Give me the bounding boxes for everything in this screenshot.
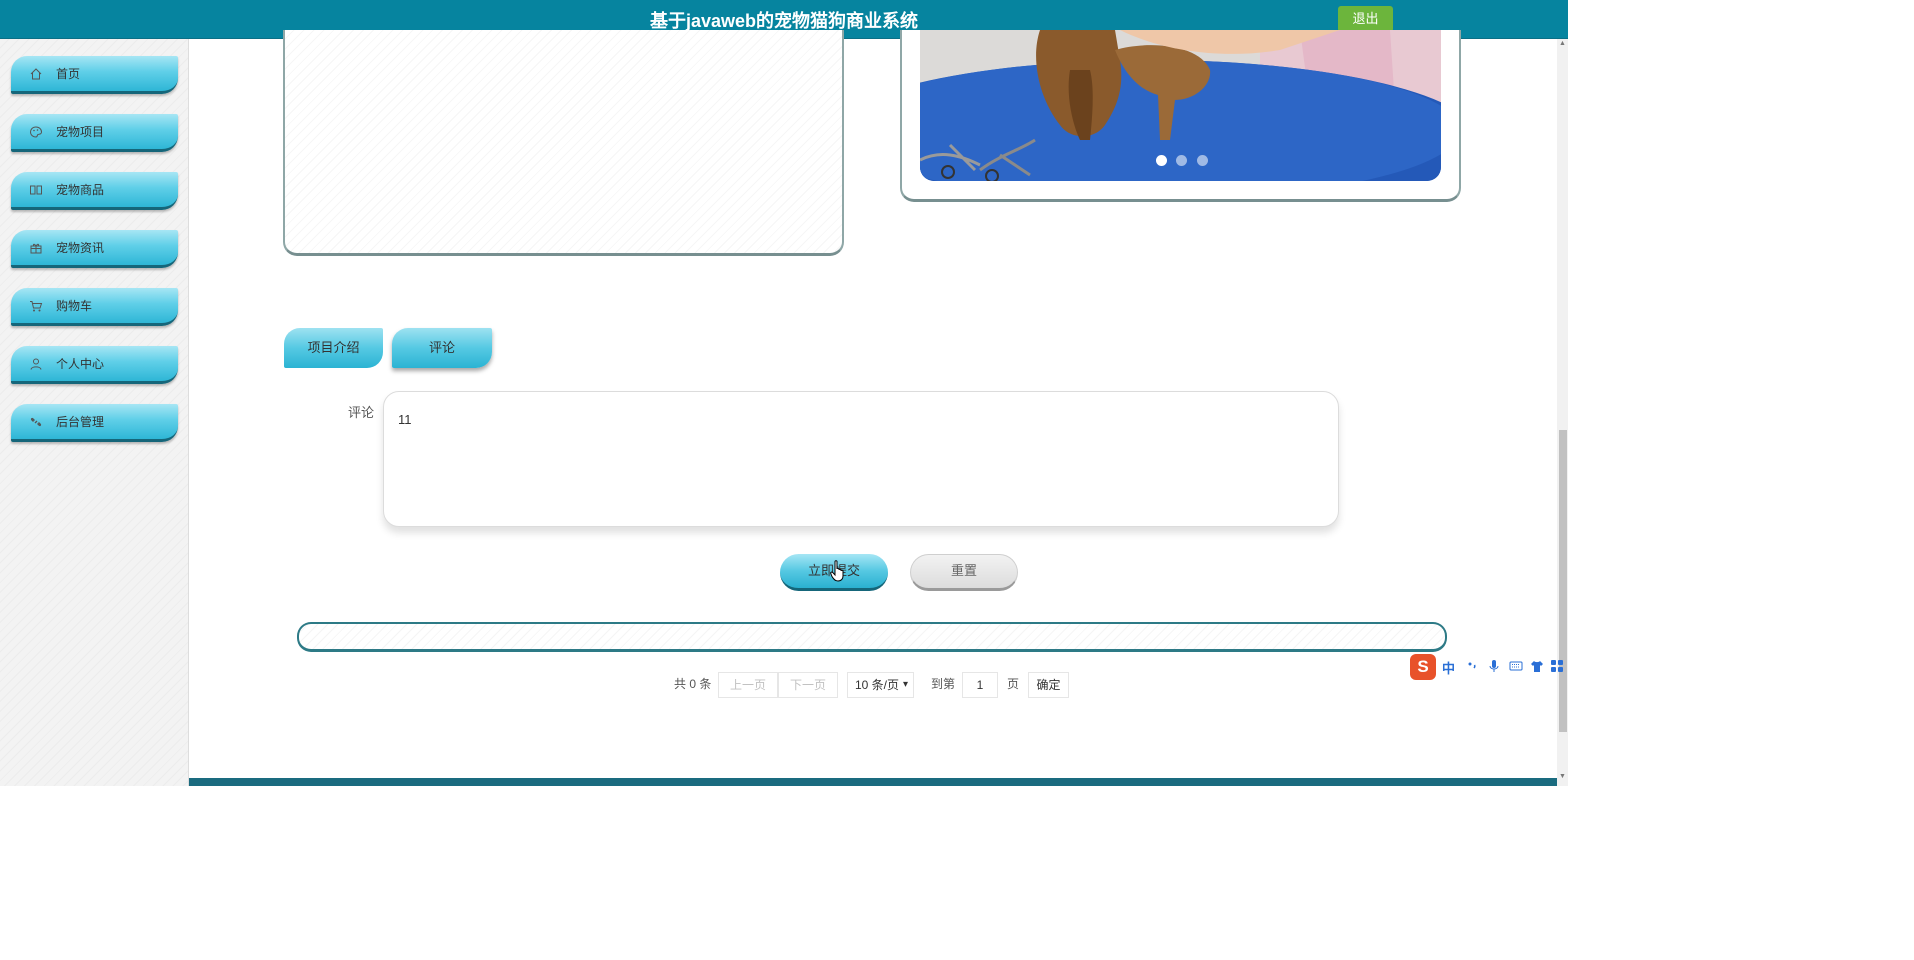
- sidebar-item-admin[interactable]: 后台管理: [11, 404, 178, 442]
- footer: [189, 778, 1557, 786]
- sidebar-item-label: 购物车: [56, 299, 93, 313]
- sidebar-item-label: 后台管理: [56, 415, 105, 429]
- image-carousel-card: [900, 30, 1461, 202]
- page-number-input[interactable]: 1: [962, 672, 998, 698]
- book-icon: [30, 185, 42, 195]
- carousel-indicators: [1156, 153, 1213, 171]
- palette-icon: [29, 126, 43, 138]
- sidebar: 首页 宠物项目 宠物商品 宠物资讯 购物车 个人中心 后台管理: [0, 39, 189, 786]
- hand-cursor-icon: [830, 560, 844, 582]
- logout-button[interactable]: 退出: [1338, 6, 1393, 32]
- carousel-dot[interactable]: [1156, 155, 1167, 166]
- cart-icon: [30, 301, 43, 312]
- goto-confirm-button[interactable]: 确定: [1028, 672, 1069, 698]
- user-icon: [30, 358, 42, 370]
- page-size-value: 10 条/页: [855, 678, 900, 692]
- sidebar-item-profile[interactable]: 个人中心: [11, 346, 178, 384]
- sogou-logo-icon[interactable]: S: [1410, 654, 1436, 680]
- sidebar-item-label: 个人中心: [56, 357, 105, 371]
- sidebar-item-pet-news[interactable]: 宠物资讯: [11, 230, 178, 268]
- carousel-dot[interactable]: [1176, 155, 1188, 166]
- ime-toolbar: S 中: [1410, 654, 1563, 680]
- pagination-total: 共 0 条: [674, 677, 712, 691]
- goto-label: 到第: [931, 677, 956, 691]
- gift-icon: [30, 243, 42, 254]
- comment-list: [297, 622, 1447, 652]
- chevron-down-icon: ▾: [902, 679, 908, 690]
- scrollbar-thumb[interactable]: [1559, 430, 1567, 732]
- skin-shirt-icon[interactable]: [1530, 659, 1544, 673]
- sidebar-item-home[interactable]: 首页: [11, 56, 178, 94]
- sidebar-item-label: 首页: [56, 67, 81, 81]
- sidebar-item-cart[interactable]: 购物车: [11, 288, 178, 326]
- sidebar-item-label: 宠物项目: [56, 125, 105, 139]
- detail-info-card: [283, 30, 844, 256]
- grid-menu-icon[interactable]: [1550, 659, 1564, 673]
- pet-grooming-photo: [920, 30, 1441, 181]
- microphone-icon[interactable]: [1487, 659, 1501, 673]
- comment-textarea[interactable]: 11: [383, 391, 1339, 527]
- carousel-dot[interactable]: [1196, 155, 1208, 166]
- page-size-select[interactable]: 10 条/页 ▾: [847, 672, 914, 698]
- tab-project-intro[interactable]: 项目介绍: [284, 328, 383, 368]
- tab-comments[interactable]: 评论: [392, 328, 492, 368]
- home-icon: [30, 68, 42, 80]
- keyboard-icon[interactable]: [1509, 659, 1523, 673]
- sidebar-item-pet-products[interactable]: 宠物商品: [11, 172, 178, 210]
- punctuation-icon[interactable]: [1466, 659, 1480, 673]
- page-suffix-label: 页: [1007, 677, 1020, 691]
- sidebar-item-label: 宠物资讯: [56, 241, 105, 255]
- link-icon: [30, 417, 42, 427]
- comment-field-label: 评论: [347, 405, 374, 420]
- sidebar-item-pet-projects[interactable]: 宠物项目: [11, 114, 178, 152]
- prev-page-button[interactable]: 上一页: [718, 672, 778, 698]
- ime-language-toggle[interactable]: 中: [1442, 658, 1455, 677]
- next-page-button[interactable]: 下一页: [778, 672, 838, 698]
- scroll-down-arrow-icon[interactable]: ▼: [1558, 773, 1567, 783]
- scroll-up-arrow-icon[interactable]: ▲: [1558, 40, 1567, 50]
- sidebar-item-label: 宠物商品: [56, 183, 105, 197]
- reset-button[interactable]: 重置: [910, 554, 1018, 591]
